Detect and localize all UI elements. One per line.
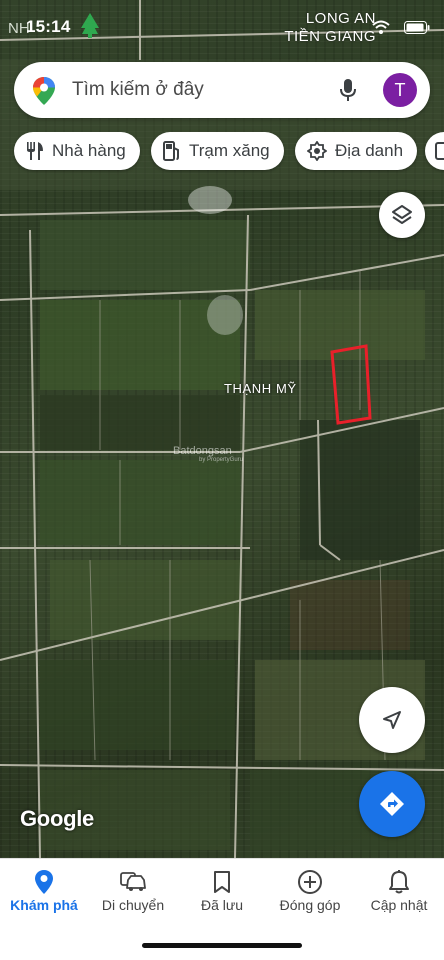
- bell-icon: [355, 867, 443, 897]
- place-label: THẠNH MỸ: [224, 381, 297, 396]
- bookmark-icon: [178, 867, 266, 897]
- nav-commute[interactable]: Di chuyển: [89, 867, 177, 913]
- clock-time: 15:14: [26, 17, 71, 36]
- google-maps-pin-icon: [33, 77, 55, 105]
- nav-label: Cập nhật: [370, 897, 428, 913]
- car-icon: [89, 867, 177, 897]
- chip-label: Trạm xăng: [189, 141, 270, 160]
- home-indicator[interactable]: [142, 943, 302, 948]
- region-label: LONG AN TIỀN GIANG: [284, 10, 376, 46]
- nav-contribute[interactable]: Đóng góp: [266, 867, 354, 913]
- nav-label: Di chuyển: [101, 897, 165, 913]
- account-avatar[interactable]: T: [383, 73, 417, 107]
- restaurant-icon: [26, 141, 44, 161]
- nav-explore[interactable]: Khám phá: [0, 867, 88, 913]
- gas-station-icon: [163, 141, 181, 161]
- navigation-arrow-icon: [383, 711, 401, 729]
- bottom-navigation: Khám phá Di chuyển Đã lưu Đóng góp Cập n…: [0, 858, 444, 960]
- region-line-1: LONG AN: [305, 10, 376, 27]
- maps-screen: NH 15:14 LONG AN TIỀN GIANG Tìm kiếm ở đ…: [0, 0, 444, 960]
- watermark-subtext: by PropertyGuru: [199, 457, 244, 463]
- chip-label: Địa danh: [335, 141, 404, 160]
- region-line-2: TIỀN GIANG: [284, 28, 376, 45]
- location-pin-icon: [0, 867, 88, 897]
- my-location-button[interactable]: [359, 687, 425, 753]
- hotel-icon: [435, 141, 444, 161]
- nav-label: Khám phá: [10, 897, 78, 913]
- tree-icon: [81, 13, 99, 38]
- landmark-icon: [307, 141, 327, 161]
- chip-landmarks[interactable]: Địa danh: [295, 132, 418, 170]
- chip-gas-stations[interactable]: Trạm xăng: [151, 132, 284, 170]
- chip-restaurants[interactable]: Nhà hàng: [14, 132, 140, 170]
- layers-icon: [392, 205, 412, 224]
- nav-saved[interactable]: Đã lưu: [178, 867, 266, 913]
- chip-label: Nhà hàng: [52, 141, 126, 160]
- search-input[interactable]: Tìm kiếm ở đây: [72, 79, 204, 101]
- nav-label: Đã lưu: [200, 897, 244, 913]
- nav-updates[interactable]: Cập nhật: [355, 867, 443, 913]
- nav-label: Đóng góp: [279, 897, 341, 913]
- watermark-text: Batdongsan: [173, 445, 232, 457]
- layers-button[interactable]: [379, 192, 425, 238]
- directions-icon: [380, 792, 404, 816]
- add-circle-icon: [266, 867, 354, 897]
- wifi-icon: [372, 20, 390, 34]
- search-bar[interactable]: Tìm kiếm ở đây T: [14, 62, 430, 118]
- google-attribution: Google: [20, 806, 94, 831]
- directions-button[interactable]: [359, 771, 425, 837]
- battery-icon: [404, 21, 430, 34]
- microphone-icon[interactable]: [340, 78, 356, 102]
- watermark: Batdongsan by PropertyGuru: [173, 445, 243, 463]
- status-bar: NH 15:14 LONG AN TIỀN GIANG: [0, 0, 444, 56]
